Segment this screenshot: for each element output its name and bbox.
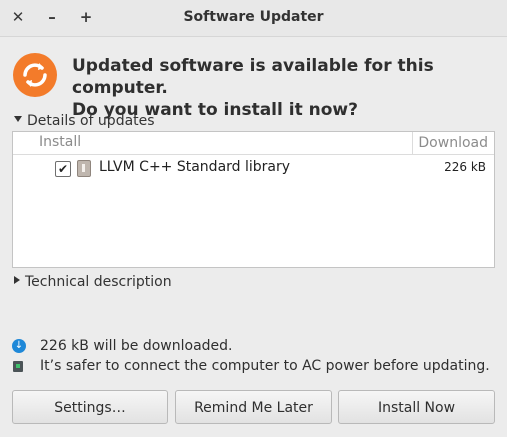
header-line-1: Updated software is available for this c… <box>72 56 434 98</box>
window-title: Software Updater <box>183 9 324 25</box>
list-header: Install Download <box>13 132 494 155</box>
package-icon <box>77 160 91 177</box>
update-row[interactable]: ✔ LLVM C++ Standard library 226 kB <box>13 155 494 181</box>
download-info-text: 226 kB will be downloaded. <box>40 338 233 354</box>
column-header-install[interactable]: Install <box>39 134 81 150</box>
technical-expander-label: Technical description <box>25 274 172 290</box>
update-refresh-icon <box>13 53 57 97</box>
power-info-text: It’s safer to connect the computer to AC… <box>40 358 490 374</box>
package-name: LLVM C++ Standard library <box>99 159 291 175</box>
download-icon: ↓ <box>12 339 26 353</box>
package-size: 226 kB <box>444 160 486 174</box>
title-bar: ✕ – + Software Updater <box>0 0 507 37</box>
technical-expander[interactable]: Technical description <box>14 274 172 290</box>
install-now-button[interactable]: Install Now <box>338 390 495 424</box>
collapse-arrow-icon <box>14 276 20 284</box>
updates-list[interactable]: Install Download ✔ LLVM C++ Standard lib… <box>12 131 495 268</box>
install-checkbox[interactable]: ✔ <box>55 161 71 177</box>
settings-button[interactable]: Settings… <box>12 390 168 424</box>
remind-me-later-button[interactable]: Remind Me Later <box>175 390 332 424</box>
ac-power-icon <box>13 361 23 372</box>
header-message: Updated software is available for this c… <box>72 55 502 121</box>
column-header-download[interactable]: Download <box>412 132 494 154</box>
details-expander[interactable]: Details of updates <box>14 113 155 129</box>
expand-arrow-icon <box>14 116 22 122</box>
details-expander-label: Details of updates <box>27 113 155 129</box>
